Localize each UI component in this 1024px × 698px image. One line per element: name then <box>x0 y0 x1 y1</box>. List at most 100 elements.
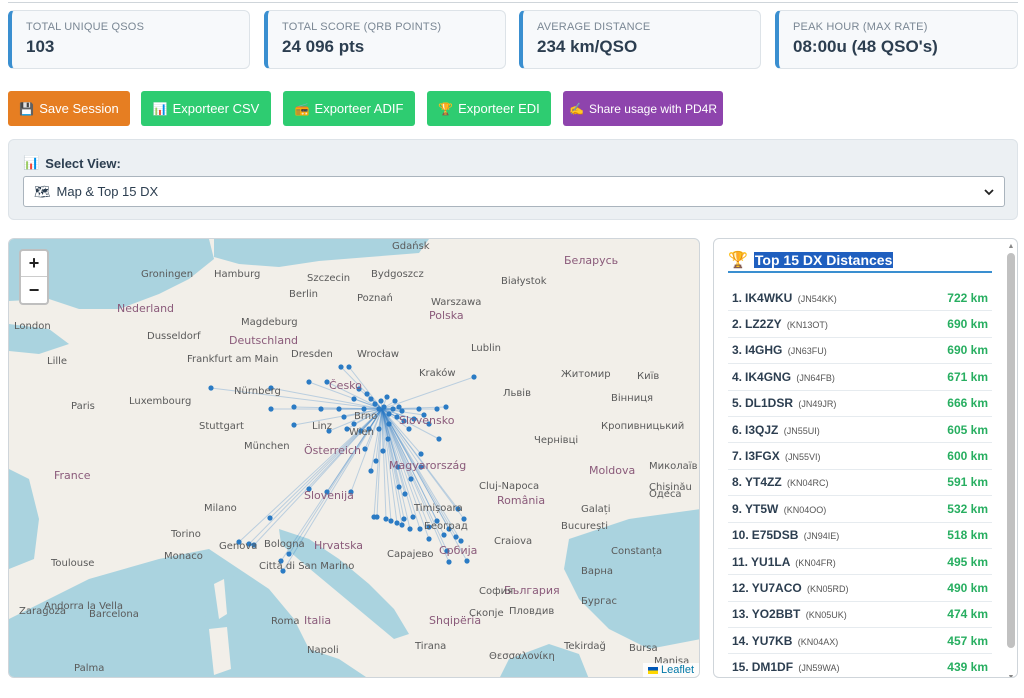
share-usage-button[interactable]: ✍ Share usage with PD4R <box>563 91 723 126</box>
qso-marker[interactable] <box>392 398 398 404</box>
qso-marker[interactable] <box>401 516 407 522</box>
export-edi-button[interactable]: 🏆 Exporteer EDI <box>427 91 551 126</box>
chart-icon: 📊 <box>23 155 40 170</box>
qso-marker[interactable] <box>286 551 292 557</box>
qso-marker[interactable] <box>291 404 297 410</box>
dx-row: 9. YT5W (KN04OO) 532 km <box>728 496 992 523</box>
qso-marker[interactable] <box>336 406 342 412</box>
qso-marker[interactable] <box>402 491 408 497</box>
qso-marker[interactable] <box>399 522 405 528</box>
map-label: Frankfurt am Main <box>187 354 278 365</box>
qso-marker[interactable] <box>453 534 459 540</box>
qso-marker[interactable] <box>416 406 422 412</box>
qso-marker[interactable] <box>208 385 214 391</box>
view-select-text: Map & Top 15 DX <box>56 184 159 199</box>
qso-marker[interactable] <box>385 436 391 442</box>
dx-distance: 532 km <box>947 501 988 516</box>
qso-marker[interactable] <box>396 484 402 490</box>
save-session-button[interactable]: 💾 Save Session <box>8 91 130 126</box>
map-label: Österreich <box>304 444 361 457</box>
map-attribution[interactable]: Leaflet <box>642 663 699 677</box>
map-label: Київ <box>637 371 659 382</box>
qso-marker[interactable] <box>364 391 370 397</box>
zoom-in-button[interactable]: + <box>21 251 47 277</box>
qso-marker[interactable] <box>390 406 396 412</box>
dx-locator: (JN55VI) <box>785 452 821 463</box>
qso-marker[interactable] <box>441 532 447 538</box>
qso-marker[interactable] <box>410 514 416 520</box>
dx-distance: 439 km <box>947 660 988 675</box>
view-select[interactable]: 🗺 Map & Top 15 DX <box>23 176 1005 207</box>
zoom-out-button[interactable]: − <box>21 277 47 303</box>
map-canvas: Nederland Deutschland Polska Česko Slove… <box>9 239 699 677</box>
qso-marker[interactable] <box>383 516 389 522</box>
qso-map[interactable]: Nederland Deutschland Polska Česko Slove… <box>8 238 700 678</box>
qso-marker[interactable] <box>380 448 386 454</box>
qso-marker[interactable] <box>399 408 405 414</box>
qso-marker[interactable] <box>388 518 394 524</box>
qso-marker[interactable] <box>417 526 423 532</box>
dx-locator: (JN94IE) <box>803 531 840 542</box>
qso-marker[interactable] <box>408 476 414 482</box>
qso-marker[interactable] <box>406 426 412 432</box>
scrollbar-thumb[interactable] <box>1007 253 1015 648</box>
map-label: Nederland <box>117 302 174 315</box>
dx-row: 13. YO2BBT (KN05UK) 474 km <box>728 602 992 629</box>
qso-marker[interactable] <box>351 396 357 402</box>
dx-rank: 8. <box>732 475 743 490</box>
qso-marker[interactable] <box>268 406 274 412</box>
qso-marker[interactable] <box>368 468 374 474</box>
dx-distance: 490 km <box>947 580 988 595</box>
qso-marker[interactable] <box>374 514 380 520</box>
qso-marker[interactable] <box>464 558 470 564</box>
qso-marker[interactable] <box>446 559 452 565</box>
qso-marker[interactable] <box>436 436 442 442</box>
qso-marker[interactable] <box>426 536 432 542</box>
qso-marker[interactable] <box>318 406 324 412</box>
qso-marker[interactable] <box>291 422 297 428</box>
dx-distance: 605 km <box>947 422 988 437</box>
qso-marker[interactable] <box>381 404 387 410</box>
qso-marker[interactable] <box>351 421 357 427</box>
qso-marker[interactable] <box>458 538 464 544</box>
map-label: Вінниця <box>611 392 653 404</box>
dx-row: 7. I3FGX (JN55VI) 600 km <box>728 443 992 470</box>
scroll-down-arrow-icon[interactable]: ▼ <box>1007 674 1015 677</box>
qso-marker[interactable] <box>471 374 477 380</box>
map-label: București <box>561 521 608 532</box>
qso-marker[interactable] <box>346 364 352 370</box>
zoom-control: + − <box>19 249 49 305</box>
qso-marker[interactable] <box>362 446 368 452</box>
qso-marker[interactable] <box>386 421 392 427</box>
qso-marker[interactable] <box>384 394 390 400</box>
export-csv-button[interactable]: 📊 Exporteer CSV <box>141 91 271 126</box>
dx-rank: 1. <box>732 290 743 305</box>
qso-marker[interactable] <box>341 414 347 420</box>
export-adif-button[interactable]: 📻 Exporteer ADIF <box>283 91 415 126</box>
qso-marker[interactable] <box>418 451 424 457</box>
dx-call: DL1DSR <box>745 396 794 411</box>
dx-rank: 11. <box>732 554 749 569</box>
qso-marker[interactable] <box>443 404 449 410</box>
dx-call: LZ2ZY <box>745 317 782 332</box>
qso-marker[interactable] <box>378 398 384 404</box>
scroll-up-arrow-icon[interactable]: ▲ <box>1007 243 1015 250</box>
qso-marker[interactable] <box>368 396 374 402</box>
qso-marker[interactable] <box>407 526 413 532</box>
dx-row: 2. LZ2ZY (KN13OT) 690 km <box>728 311 992 338</box>
qso-marker[interactable] <box>373 458 379 464</box>
qso-marker[interactable] <box>267 515 273 521</box>
qso-marker[interactable] <box>338 364 344 370</box>
map-label: London <box>14 321 51 332</box>
qso-marker[interactable] <box>394 520 400 526</box>
map-label: София <box>479 586 513 597</box>
qso-marker[interactable] <box>434 406 440 412</box>
map-label: Београд <box>424 521 468 532</box>
dx-row: 11. YU1LA (KN04FR) 495 km <box>728 549 992 576</box>
scrollbar[interactable]: ▲ ▼ <box>1007 243 1015 677</box>
qso-marker[interactable] <box>306 379 312 385</box>
qso-marker[interactable] <box>376 426 382 432</box>
qso-marker[interactable] <box>372 401 378 407</box>
dx-row: 1. IK4WKU (JN54KK) 722 km <box>728 285 992 312</box>
qso-marker[interactable] <box>386 411 392 417</box>
